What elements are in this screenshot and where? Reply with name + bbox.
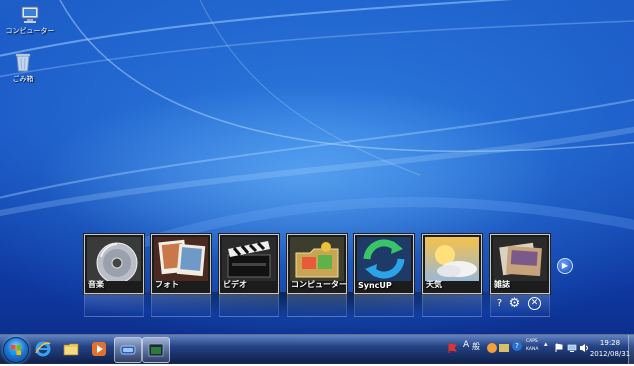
launcher-next-button[interactable]: ▶ [557, 258, 573, 274]
taskbar-clock[interactable]: 19:28 2012/08/31 [588, 338, 632, 360]
windows-logo-icon [11, 345, 21, 355]
caps-indicator: CAPS [526, 339, 538, 344]
taskbar: A 般 ? CAPS KANA ▴ 19:28 2012/08/31 [0, 334, 634, 364]
tile-reflection [219, 294, 279, 317]
launcher-settings-button[interactable]: ⚙ [508, 297, 521, 310]
taskbar-ie-button[interactable] [30, 337, 56, 361]
tile-reflection [151, 294, 211, 317]
flag-icon[interactable] [448, 343, 458, 353]
clapperboard-icon [222, 237, 276, 281]
computer-folder-icon [290, 237, 344, 281]
ie-icon [35, 341, 51, 357]
taskbar-window-button[interactable] [142, 337, 170, 363]
ime-pad-icon[interactable] [486, 342, 498, 354]
tile-reflection [422, 294, 482, 317]
launcher-close-button[interactable]: ✕ [528, 297, 541, 310]
desktop-icon-label: コンピューター [5, 27, 55, 35]
tray-expand-icon[interactable]: ▴ [544, 340, 548, 348]
computer-icon [21, 6, 39, 23]
show-desktop-button[interactable] [628, 335, 634, 364]
magazine-icon [493, 237, 547, 281]
desktop-icon-computer[interactable]: コンピューター [0, 6, 60, 36]
ime-mode-indicator[interactable]: A [463, 340, 469, 350]
ime-tool-icon[interactable] [498, 342, 510, 354]
tile-weather[interactable]: 天気 [422, 234, 482, 294]
tile-reflection [287, 294, 347, 317]
tile-computer[interactable]: コンピューター [287, 234, 347, 294]
tile-reflection [354, 294, 414, 317]
kana-indicator: KANA [526, 347, 539, 352]
folder-icon [63, 343, 79, 356]
clock-time: 19:28 [599, 339, 621, 347]
chevron-right-icon: ▶ [561, 261, 569, 270]
launcher-help-button[interactable]: ? [493, 297, 506, 310]
recycle-bin-icon [15, 53, 31, 72]
sync-arrows-icon [357, 237, 411, 281]
launcher-app-icon [120, 345, 136, 355]
help-icon: ? [496, 298, 503, 309]
desktop-icon-recycle-bin[interactable]: ごみ箱 [0, 52, 53, 84]
tile-syncup[interactable]: SyncUP [354, 234, 414, 294]
taskbar-explorer-button[interactable] [58, 337, 84, 361]
weather-sun-cloud-icon [425, 237, 479, 281]
tile-photo[interactable]: フォト [151, 234, 211, 294]
music-cd-icon [87, 237, 141, 281]
tile-label: 雑誌 [494, 280, 510, 289]
start-button[interactable] [3, 337, 29, 363]
taskbar-launcher-button[interactable] [114, 337, 142, 363]
tile-label: フォト [155, 280, 179, 289]
taskbar-media-player-button[interactable] [86, 337, 112, 361]
window-icon [148, 343, 164, 357]
tile-video[interactable]: ビデオ [219, 234, 279, 294]
tile-magazine[interactable]: 雑誌 [490, 234, 550, 294]
tile-label: SyncUP [358, 281, 392, 290]
tile-label: ビデオ [223, 280, 247, 289]
tile-reflection [84, 294, 144, 317]
close-icon: ✕ [530, 298, 539, 308]
photo-frames-icon [154, 237, 208, 281]
ime-label[interactable]: 般 [472, 341, 480, 352]
tile-label: 天気 [426, 280, 442, 289]
desktop-icon-label: ごみ箱 [12, 75, 34, 83]
tile-label: コンピューター [291, 280, 347, 289]
network-icon[interactable] [567, 343, 577, 353]
desktop: コンピューター ごみ箱 音楽 フォト ビデオ コンピューター SyncUP 天気… [0, 0, 634, 363]
tile-music[interactable]: 音楽 [84, 234, 144, 294]
ime-help-button[interactable]: ? [512, 341, 522, 351]
action-center-flag-icon[interactable] [554, 343, 564, 353]
gear-icon: ⚙ [508, 296, 521, 311]
tile-label: 音楽 [88, 280, 104, 289]
media-player-icon [92, 342, 106, 356]
clock-date: 2012/08/31 [589, 350, 631, 358]
